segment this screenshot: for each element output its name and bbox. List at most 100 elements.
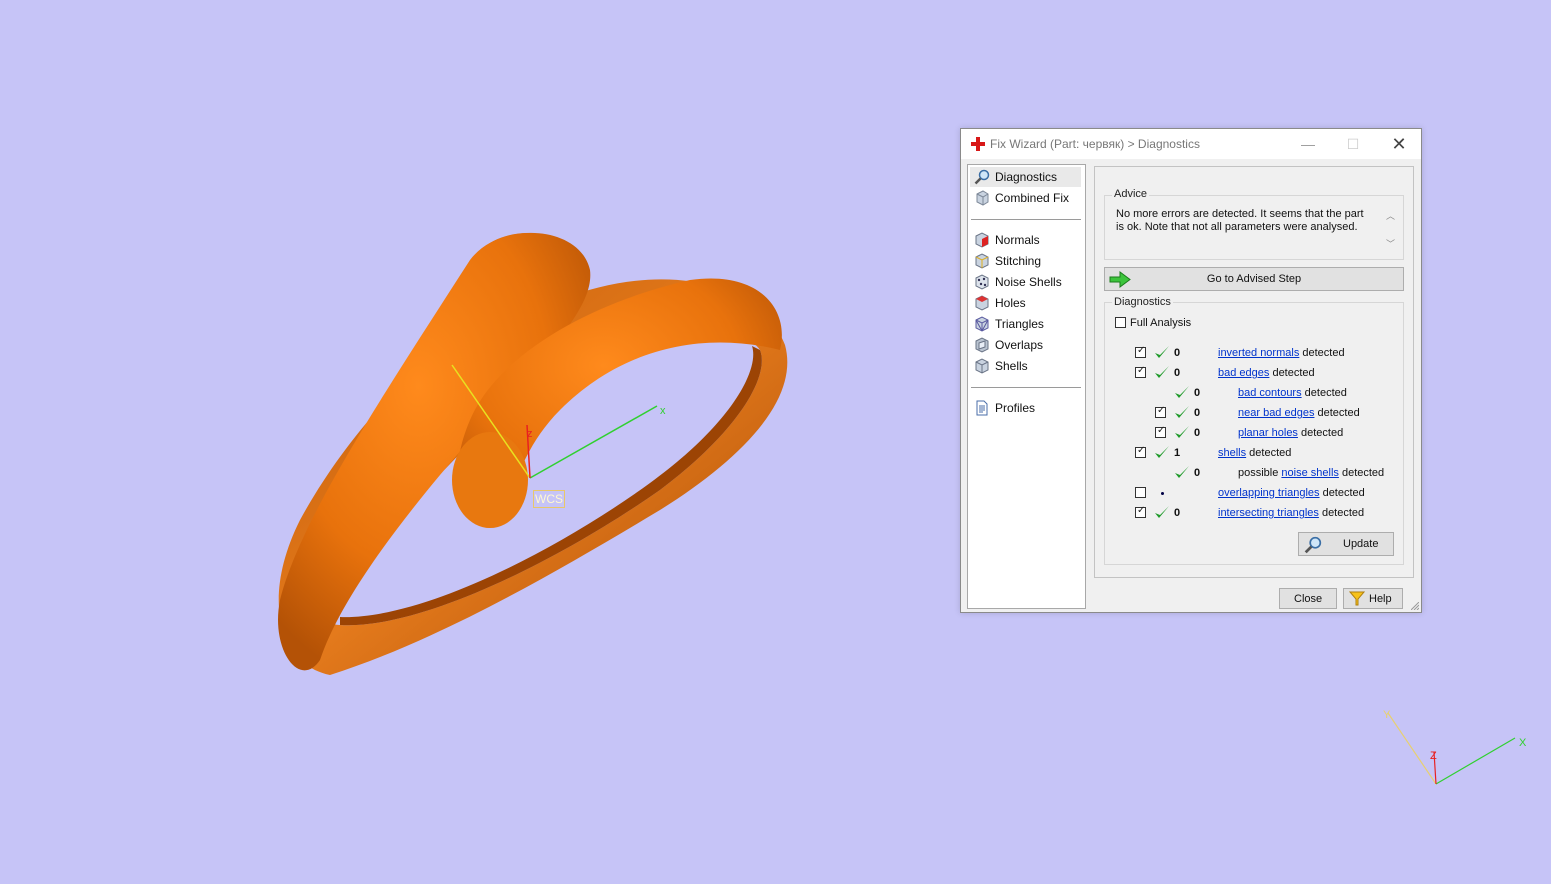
diagnostic-prefix: possible: [1238, 467, 1282, 479]
stitching-cube-icon: [975, 253, 989, 269]
checkmark-icon: ✓: [1157, 425, 1166, 436]
diagnostic-suffix: detected: [1246, 447, 1292, 459]
nav-item-overlaps[interactable]: Overlaps: [970, 335, 1081, 355]
full-analysis-label: Full Analysis: [1130, 317, 1192, 329]
dialog-titlebar[interactable]: Fix Wizard (Part: червяк) > Diagnostics …: [961, 129, 1421, 159]
diagnostic-link[interactable]: shells: [1218, 447, 1246, 459]
advice-text-line: is ok. Note that not all parameters were…: [1116, 221, 1358, 233]
wizard-nav-list: Diagnostics Combined Fix Normals Stitchi…: [967, 164, 1086, 609]
nav-item-diagnostics[interactable]: Diagnostics: [970, 167, 1081, 187]
holes-cube-icon: [975, 295, 989, 311]
diagnostic-suffix: detected: [1297, 427, 1344, 439]
tube-end-cap: [452, 432, 528, 528]
go-to-advised-step-button[interactable]: Go to Advised Step: [1104, 267, 1404, 291]
nav-item-triangles[interactable]: Triangles: [970, 314, 1081, 334]
fix-wizard-dialog: Fix Wizard (Part: червяк) > Diagnostics …: [960, 128, 1422, 613]
checkmark-icon: ✓: [1137, 345, 1146, 356]
resize-grip[interactable]: [1411, 602, 1419, 610]
diagnostic-count: 0: [1174, 347, 1181, 359]
help-funnel-icon: [1349, 591, 1365, 606]
diagnostic-count: 0: [1174, 507, 1181, 519]
diagnostic-count: 0: [1194, 407, 1201, 419]
advised-step-label: Go to Advised Step: [1206, 273, 1302, 285]
part-model[interactable]: [278, 232, 788, 675]
diagnostic-line: overlapping triangles detected: [1218, 487, 1365, 499]
help-label: Help: [1369, 593, 1392, 605]
checkmark-icon: ✓: [1137, 365, 1146, 376]
diagnostic-suffix: detected: [1269, 367, 1315, 379]
nav-item-noise-shells[interactable]: Noise Shells: [970, 272, 1081, 292]
diagnostic-line: near bad edges detected: [1238, 407, 1360, 419]
checkmark-icon: ✓: [1137, 445, 1146, 456]
advice-text: No more errors are detected. It seems th…: [1116, 208, 1376, 234]
checkmark-icon: ✓: [1157, 405, 1166, 416]
nav-label: Combined Fix: [995, 191, 1070, 205]
diagnostic-suffix: detected: [1318, 507, 1365, 519]
diagnostic-link[interactable]: bad edges: [1218, 367, 1269, 379]
wcs-label: WCS: [533, 490, 565, 508]
diagnostic-checkbox[interactable]: ✓: [1155, 405, 1166, 418]
wcs-axis-z-label: z: [527, 428, 533, 440]
diagnostic-checkbox[interactable]: ✓: [1155, 425, 1166, 438]
nav-label: Diagnostics: [995, 170, 1058, 184]
nav-label: Profiles: [995, 401, 1036, 415]
nav-item-combined-fix[interactable]: Combined Fix: [970, 188, 1081, 208]
diagnostic-link[interactable]: near bad edges: [1238, 407, 1314, 419]
diagnostic-link[interactable]: noise shells: [1281, 467, 1338, 479]
update-label: Update: [1343, 538, 1379, 550]
diagnostic-link[interactable]: overlapping triangles: [1218, 487, 1320, 499]
diagnostic-line: shells detected: [1218, 447, 1291, 459]
update-button[interactable]: Update: [1298, 532, 1394, 556]
diagnostic-link[interactable]: bad contours: [1238, 387, 1302, 399]
green-check-icon: [1175, 466, 1189, 478]
nav-label: Overlaps: [995, 338, 1044, 352]
nav-item-holes[interactable]: Holes: [970, 293, 1081, 313]
minimize-button[interactable]: —: [1285, 129, 1331, 159]
nav-label: Triangles: [995, 317, 1044, 331]
status-dot: [1161, 492, 1164, 495]
red-cross-icon: [971, 137, 985, 151]
nav-label: Normals: [995, 233, 1040, 247]
close-label: Close: [1294, 593, 1323, 605]
diagnostic-suffix: detected: [1319, 487, 1365, 499]
normals-cube-icon: [975, 232, 989, 248]
green-check-icon: [1155, 446, 1169, 458]
nav-item-profiles[interactable]: Profiles: [970, 398, 1081, 418]
nav-item-stitching[interactable]: Stitching: [970, 251, 1081, 271]
diagnostic-line: planar holes detected: [1238, 427, 1343, 439]
corner-axis-z-label: Z: [1430, 750, 1437, 762]
close-window-button[interactable]: ✕: [1376, 129, 1422, 159]
diagnostic-checkbox[interactable]: ✓: [1135, 365, 1146, 378]
diagnostic-line: possible noise shells detected: [1238, 467, 1384, 479]
corner-axis-x-label: X: [1519, 737, 1527, 749]
nav-separator: [971, 219, 1081, 220]
triangles-cube-icon: [975, 316, 989, 332]
nav-label: Holes: [995, 296, 1026, 310]
nav-label: Shells: [995, 359, 1028, 373]
close-button[interactable]: Close: [1279, 588, 1337, 609]
full-analysis-checkbox[interactable]: [1115, 317, 1126, 328]
wcs-axis-x-label: x: [660, 405, 666, 417]
shells-cube-icon: [975, 358, 989, 374]
advice-scroll-down[interactable]: ﹀: [1386, 237, 1395, 250]
advice-scroll-up[interactable]: ︿: [1386, 209, 1395, 222]
nav-label: Noise Shells: [995, 275, 1062, 289]
diagnostic-link[interactable]: intersecting triangles: [1218, 507, 1319, 519]
diagnostic-checkbox[interactable]: ✓: [1135, 505, 1146, 518]
profile-document-icon: [976, 400, 988, 416]
diagnostic-link[interactable]: inverted normals: [1218, 347, 1299, 359]
diagnostic-link[interactable]: planar holes: [1238, 427, 1298, 439]
help-button[interactable]: Help: [1343, 588, 1403, 609]
advice-text-line: No more errors are detected. It seems th…: [1116, 208, 1364, 220]
maximize-button[interactable]: ☐: [1330, 129, 1376, 159]
diagnostic-checkbox[interactable]: ✓: [1135, 445, 1146, 458]
diagnostic-checkbox[interactable]: ✓: [1135, 345, 1146, 358]
corner-axis-triad: Y X Z: [1383, 709, 1527, 785]
nav-item-normals[interactable]: Normals: [970, 230, 1081, 250]
dialog-title: Fix Wizard (Part: червяк) > Diagnostics: [990, 137, 1200, 151]
diagnostic-count: 0: [1194, 387, 1201, 399]
nav-item-shells[interactable]: Shells: [970, 356, 1081, 376]
green-check-icon: [1155, 506, 1169, 518]
diagnostic-checkbox[interactable]: [1135, 487, 1146, 498]
diagnostic-line: inverted normals detected: [1218, 347, 1345, 359]
